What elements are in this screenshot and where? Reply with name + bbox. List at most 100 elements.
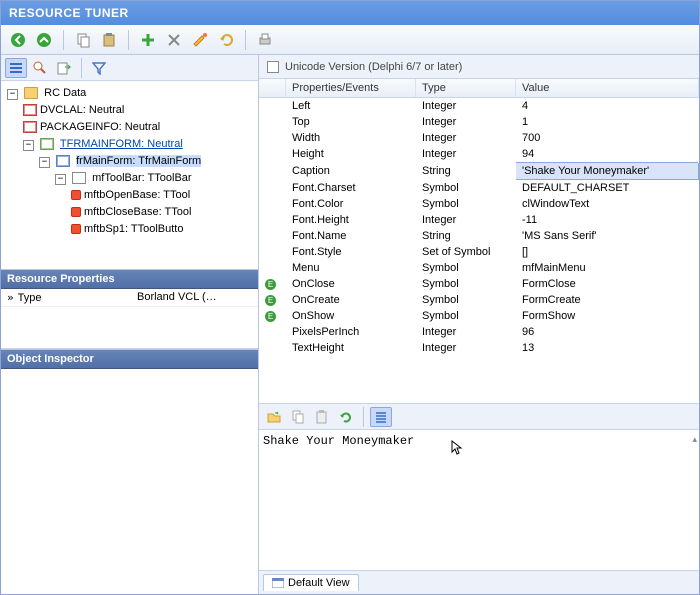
cell-name: TextHeight xyxy=(286,340,416,356)
cell-name: Font.Color xyxy=(286,196,416,212)
cell-value[interactable]: FormClose xyxy=(516,276,699,292)
grid-row[interactable]: E OnCreateSymbolFormCreate xyxy=(259,292,699,308)
scroll-up-icon[interactable]: ▴ xyxy=(692,434,697,445)
cell-value[interactable]: DEFAULT_CHARSET xyxy=(516,180,699,197)
tree-node[interactable]: PACKAGEINFO: Neutral xyxy=(23,119,254,136)
paste-button[interactable] xyxy=(311,407,333,427)
cell-value[interactable]: 1 xyxy=(516,114,699,130)
align-button[interactable] xyxy=(370,407,392,427)
grid-row[interactable]: HeightInteger94 xyxy=(259,146,699,163)
cell-value[interactable]: -11 xyxy=(516,212,699,228)
cell-value[interactable]: 94 xyxy=(516,146,699,163)
cell-type: Integer xyxy=(416,130,516,146)
grid-header[interactable]: Type xyxy=(416,79,516,98)
tree-node-selected[interactable]: − frMainForm: TfrMainForm − mfToolBar: T… xyxy=(39,153,254,238)
collapse-icon[interactable]: − xyxy=(23,140,34,151)
grid-row[interactable]: Font.ColorSymbolclWindowText xyxy=(259,196,699,212)
open-file-button[interactable] xyxy=(263,407,285,427)
view-export-button[interactable] xyxy=(53,58,75,78)
grid-row[interactable]: TopInteger1 xyxy=(259,114,699,130)
grid-row[interactable]: MenuSymbolmfMainMenu xyxy=(259,260,699,276)
title-bar: RESOURCE TUNER xyxy=(1,1,699,25)
tree-node[interactable]: DVCLAL: Neutral xyxy=(23,102,254,119)
cell-value[interactable]: mfMainMenu xyxy=(516,260,699,276)
tree-node[interactable]: mftbSp1: TToolButto xyxy=(71,221,254,238)
value-editor[interactable] xyxy=(259,430,699,570)
cell-value[interactable]: clWindowText xyxy=(516,196,699,212)
tree-node[interactable]: − mfToolBar: TToolBar mftbOpenBase: TToo… xyxy=(55,170,254,238)
event-icon: E xyxy=(265,295,276,306)
event-icon: E xyxy=(265,311,276,322)
collapse-icon[interactable]: − xyxy=(39,157,50,168)
cell-type: Symbol xyxy=(416,292,516,308)
tree-node[interactable]: − TFRMAINFORM: Neutral − frMainForm: Tfr… xyxy=(23,136,254,238)
cell-value[interactable]: FormCreate xyxy=(516,292,699,308)
properties-grid[interactable]: Properties/Events Type Value LeftInteger… xyxy=(259,79,699,404)
tree-node[interactable]: mftbOpenBase: TTool xyxy=(71,187,254,204)
grid-header[interactable]: Properties/Events xyxy=(286,79,416,98)
copy-button[interactable] xyxy=(287,407,309,427)
paste-button[interactable] xyxy=(98,29,120,51)
app-window: RESOURCE TUNER xyxy=(0,0,700,595)
tree-node-root[interactable]: − RC Data DVCLAL: Neutral PACKAGEINFO: N… xyxy=(7,85,254,238)
collapse-icon[interactable]: − xyxy=(55,174,66,185)
cell-name: Menu xyxy=(286,260,416,276)
delete-button[interactable] xyxy=(163,29,185,51)
refresh-button[interactable] xyxy=(335,407,357,427)
cell-value[interactable]: [] xyxy=(516,244,699,260)
grid-row[interactable]: EOnCloseSymbolFormClose xyxy=(259,276,699,292)
back-button[interactable] xyxy=(7,29,29,51)
cell-value[interactable]: FormShow xyxy=(516,308,699,324)
cell-name: Width xyxy=(286,130,416,146)
edit-button[interactable] xyxy=(189,29,211,51)
doc-icon xyxy=(23,104,37,116)
view-find-button[interactable] xyxy=(29,58,51,78)
undo-button[interactable] xyxy=(215,29,237,51)
view-list-button[interactable] xyxy=(5,58,27,78)
cell-value[interactable]: 'Shake Your Moneymaker' xyxy=(516,163,699,180)
grid-row[interactable]: CaptionString'Shake Your Moneymaker' xyxy=(259,163,699,180)
cell-name: OnCreate xyxy=(286,292,416,308)
resource-tree[interactable]: − RC Data DVCLAL: Neutral PACKAGEINFO: N… xyxy=(1,81,258,269)
cell-value[interactable]: 13 xyxy=(516,340,699,356)
grid-row[interactable]: TextHeightInteger13 xyxy=(259,340,699,356)
add-button[interactable] xyxy=(137,29,159,51)
grid-row[interactable]: EOnShowSymbolFormShow xyxy=(259,308,699,324)
cell-value[interactable]: 4 xyxy=(516,98,699,115)
cell-value[interactable]: 96 xyxy=(516,324,699,340)
component-icon xyxy=(72,172,86,184)
cell-type: Set of Symbol xyxy=(416,244,516,260)
property-value: Borland VCL (… xyxy=(131,289,258,306)
tree-label: RC Data xyxy=(44,87,86,99)
cell-value[interactable]: 'MS Sans Serif' xyxy=(516,228,699,244)
collapse-icon[interactable]: − xyxy=(7,89,18,100)
tree-node[interactable]: mftbCloseBase: TTool xyxy=(71,204,254,221)
grid-row[interactable]: LeftInteger4 xyxy=(259,98,699,115)
unicode-bar: Unicode Version (Delphi 6/7 or later) xyxy=(259,55,699,79)
copy-button[interactable] xyxy=(72,29,94,51)
cell-name: Font.Charset xyxy=(286,180,416,197)
grid-row[interactable]: Font.NameString'MS Sans Serif' xyxy=(259,228,699,244)
grid-row[interactable]: PixelsPerInchInteger96 xyxy=(259,324,699,340)
tree-label: PACKAGEINFO: Neutral xyxy=(40,121,160,133)
property-key: Type xyxy=(18,292,42,304)
expand-icon[interactable]: » xyxy=(7,291,14,304)
grid-row[interactable]: Font.StyleSet of Symbol[] xyxy=(259,244,699,260)
grid-row[interactable]: Font.HeightInteger-11 xyxy=(259,212,699,228)
grid-row[interactable]: WidthInteger700 xyxy=(259,130,699,146)
separator xyxy=(128,30,129,50)
cell-name: Height xyxy=(286,146,416,163)
unicode-checkbox[interactable] xyxy=(267,61,279,73)
cell-value[interactable]: 700 xyxy=(516,130,699,146)
editor-toolbar xyxy=(259,404,699,430)
tab-bar: Default View xyxy=(259,570,699,594)
grid-row[interactable]: Font.CharsetSymbolDEFAULT_CHARSET xyxy=(259,180,699,197)
up-button[interactable] xyxy=(33,29,55,51)
component-icon xyxy=(56,155,70,167)
filter-button[interactable] xyxy=(88,58,110,78)
tree-label: frMainForm: TfrMainForm xyxy=(76,155,201,167)
tab-default-view[interactable]: Default View xyxy=(263,574,359,591)
print-button[interactable] xyxy=(254,29,276,51)
grid-header[interactable]: Value xyxy=(516,79,699,98)
property-row[interactable]: » Type Borland VCL (… xyxy=(1,289,258,307)
